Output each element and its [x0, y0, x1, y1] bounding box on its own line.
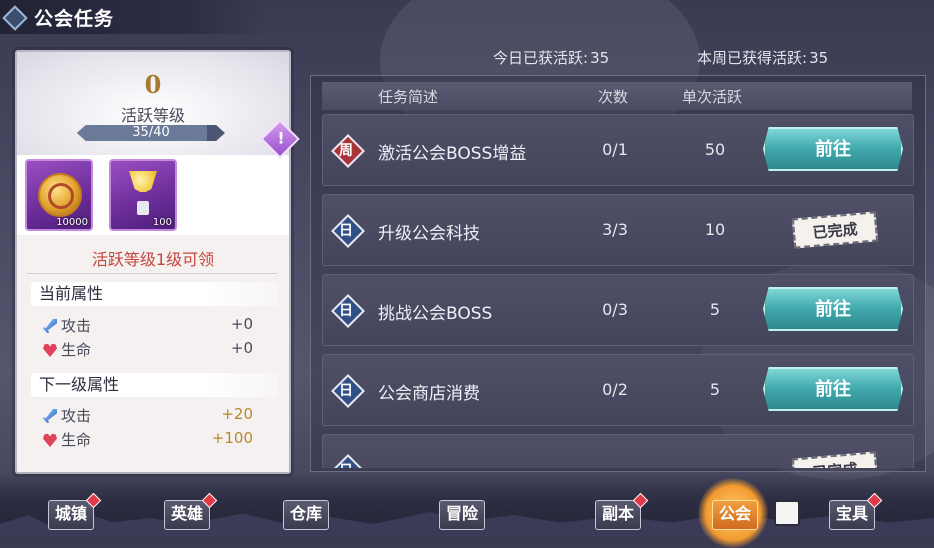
sword-icon [43, 409, 57, 423]
trophy-base [137, 201, 149, 215]
badge-char: 日 [339, 223, 353, 239]
header-activity: 单次活跃 [682, 88, 743, 106]
activity-level-panel: 0 活跃等级 35/40 10000 100 活跃等级1级可领 当前属性 攻击 … [15, 50, 291, 474]
activity-progress-text: 35/40 [132, 125, 170, 140]
weekly-badge-icon: 周 [331, 134, 365, 168]
page-header: 公会任务 [0, 0, 270, 34]
claim-condition-text: 活跃等级1级可领 [91, 250, 215, 269]
week-activity-stat: 本周已获得活跃: 35 [697, 47, 828, 68]
completed-stamp: 已完成 [791, 451, 879, 468]
reward-qty: 100 [152, 217, 172, 228]
current-hp-row: 生命 +0 [43, 339, 253, 360]
nav-label: 英雄 [171, 504, 204, 523]
today-activity-stat: 今日已获活跃: 35 [493, 47, 609, 68]
attack-label: 攻击 [61, 317, 92, 335]
badge-char: 周 [339, 143, 353, 159]
task-name: 升级公会科技 [378, 224, 480, 244]
nav-town[interactable]: 城镇 [48, 492, 102, 530]
hp-value: +100 [211, 429, 253, 447]
nav-label: 仓库 [290, 504, 323, 523]
nav-label: 冒险 [446, 504, 479, 523]
go-button[interactable]: 前往 [763, 127, 903, 171]
next-attack-row: 攻击 +20 [43, 405, 253, 426]
current-attack-row: 攻击 +0 [43, 315, 253, 336]
daily-badge-icon: 日 [331, 454, 365, 468]
hp-value: +0 [230, 339, 253, 357]
task-table-header: 任务简述 次数 单次活跃 [322, 82, 912, 110]
heart-icon [43, 433, 57, 447]
week-activity-value: 35 [809, 49, 829, 67]
nav-label: 副本 [602, 504, 635, 523]
daily-badge-icon: 日 [331, 214, 365, 248]
attack-value: +0 [230, 315, 253, 333]
reward-item-trophy[interactable]: 100 [109, 159, 177, 231]
task-row: 日 已完成 [322, 434, 914, 468]
task-row: 日 升级公会科技 3/3 10 已完成 [322, 194, 914, 266]
header-count: 次数 [598, 88, 629, 106]
hp-label: 生命 [61, 341, 92, 359]
activity-level-number: 0 [144, 70, 162, 99]
go-button[interactable]: 前往 [763, 287, 903, 331]
activity-progress-bar: 35/40 [77, 125, 225, 141]
nav-label: 公会 [719, 504, 752, 523]
task-activity: 5 [709, 300, 721, 319]
nav-label: 城镇 [55, 504, 88, 523]
week-activity-label: 本周已获得活跃: [697, 49, 808, 67]
activity-level-label: 活跃等级 [120, 106, 185, 125]
task-row: 周 激活公会BOSS增益 0/1 50 前往 [322, 114, 914, 186]
daily-badge-icon: 日 [331, 294, 365, 328]
task-name: 公会商店消费 [378, 384, 480, 404]
nav-guild[interactable]: 公会 [712, 500, 759, 530]
attack-value: +20 [221, 405, 253, 423]
today-activity-value: 35 [590, 49, 610, 67]
today-activity-label: 今日已获活跃: [493, 49, 589, 67]
trophy-icon [129, 171, 157, 192]
daily-badge-icon: 日 [331, 374, 365, 408]
badge-char: 日 [339, 383, 353, 399]
task-list[interactable]: 周 激活公会BOSS增益 0/1 50 前往 日 升级公会科技 3/3 10 已… [322, 114, 914, 468]
page-title: 公会任务 [34, 8, 115, 30]
reward-item-gold[interactable]: 10000 [25, 159, 93, 231]
gold-coin-icon [38, 173, 82, 217]
task-count: 0/3 [602, 300, 628, 319]
divider [27, 273, 277, 274]
nav-dungeon[interactable]: 副本 [595, 492, 649, 530]
task-row: 日 公会商店消费 0/2 5 前往 [322, 354, 914, 426]
alert-glyph: ! [277, 128, 285, 148]
task-count: 0/1 [602, 140, 628, 159]
task-row: 日 挑战公会BOSS 0/3 5 前往 [322, 274, 914, 346]
header-diamond-icon [2, 5, 28, 31]
sword-icon [43, 319, 57, 333]
nav-warehouse[interactable]: 仓库 [283, 500, 330, 530]
task-name: 激活公会BOSS增益 [378, 144, 527, 164]
header-desc: 任务简述 [378, 88, 439, 106]
heart-icon [43, 343, 57, 357]
current-attr-title: 当前属性 [31, 282, 279, 306]
next-hp-row: 生命 +100 [43, 429, 253, 450]
task-activity: 50 [704, 140, 726, 159]
task-activity: 10 [704, 220, 726, 239]
nav-heroes[interactable]: 英雄 [164, 492, 218, 530]
nav-treasure[interactable]: 宝具 [829, 492, 883, 530]
badge-char: 日 [333, 460, 359, 468]
next-attr-title: 下一级属性 [31, 373, 279, 397]
reward-qty: 10000 [56, 217, 88, 228]
guild-flag-icon [774, 500, 800, 526]
nav-label: 宝具 [836, 504, 869, 523]
task-name: 挑战公会BOSS [378, 304, 493, 324]
task-activity: 5 [709, 380, 721, 399]
attack-label: 攻击 [61, 407, 92, 425]
badge-char: 日 [339, 303, 353, 319]
nav-adventure[interactable]: 冒险 [439, 500, 486, 530]
task-count: 3/3 [602, 220, 628, 239]
task-count: 0/2 [602, 380, 628, 399]
hp-label: 生命 [61, 431, 92, 449]
go-button[interactable]: 前往 [763, 367, 903, 411]
completed-stamp: 已完成 [791, 211, 879, 249]
